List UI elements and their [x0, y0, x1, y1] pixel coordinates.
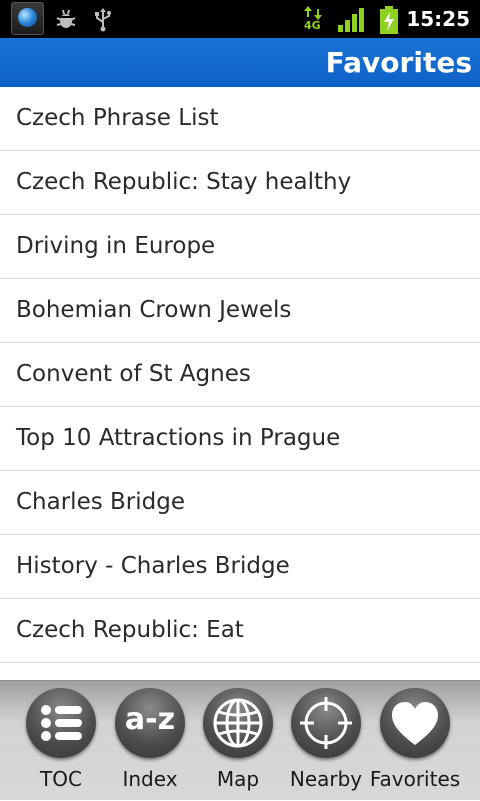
list-item[interactable]: Bohemian Crown Jewels: [0, 279, 480, 343]
list-item[interactable]: Czech Republic: Eat: [0, 599, 480, 663]
battery-charging-icon: [380, 6, 398, 34]
crosshair-icon: [291, 688, 361, 758]
list-item[interactable]: Top 10 Attractions in Prague: [0, 407, 480, 471]
network-type-label: 4G: [304, 19, 321, 32]
status-time: 15:25: [406, 7, 470, 31]
bottom-toolbar: TOC a-z Index Map Nearby Favorites: [0, 680, 480, 800]
data-transfer-icon: 4G: [304, 6, 322, 32]
list-item[interactable]: Charles Bridge: [0, 471, 480, 535]
list-icon: [26, 688, 96, 758]
a-z-glyph: a-z: [124, 702, 176, 737]
list-item[interactable]: Czech Phrase List: [0, 87, 480, 151]
app-globe-icon: [11, 2, 44, 35]
list-item[interactable]: Driving in Europe: [0, 215, 480, 279]
toc-button[interactable]: TOC: [17, 681, 105, 801]
signal-strength-icon: [338, 8, 364, 32]
list-item[interactable]: History - Charles Bridge: [0, 535, 480, 599]
favorites-button[interactable]: Favorites: [370, 681, 460, 801]
title-bar: Favorites: [0, 38, 480, 87]
nearby-button[interactable]: Nearby: [282, 681, 370, 801]
globe-icon: [203, 688, 273, 758]
heart-icon: [380, 688, 450, 758]
list-item[interactable]: Czech Republic: Stay healthy: [0, 151, 480, 215]
debug-bug-icon: [56, 9, 76, 28]
list-item[interactable]: Convent of St Agnes: [0, 343, 480, 407]
map-button[interactable]: Map: [194, 681, 282, 801]
favorites-label: Favorites: [369, 767, 461, 791]
page-title: Favorites: [325, 46, 472, 79]
status-bar: 4G 15:25: [0, 0, 480, 38]
usb-icon: [95, 8, 111, 32]
index-button[interactable]: a-z Index: [106, 681, 194, 801]
a-z-icon: a-z: [115, 688, 185, 758]
favorites-list: Czech Phrase List Czech Republic: Stay h…: [0, 87, 480, 680]
